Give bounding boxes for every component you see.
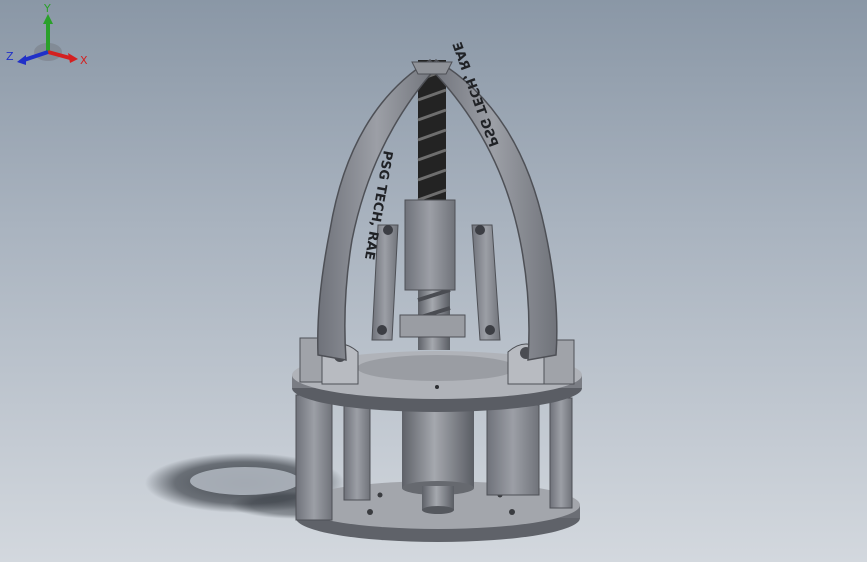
y-axis-label: Y (43, 2, 51, 15)
axis-triad: Y X Z (6, 2, 88, 67)
central-carriage (399, 199, 466, 338)
gripper-model[interactable]: PSG TECH, RAE PSG TECH, RAE (0, 0, 867, 562)
z-axis-label: Z (6, 50, 14, 63)
3d-viewport[interactable]: PSG TECH, RAE PSG TECH, RAE Y X Z (0, 0, 867, 562)
x-axis-label: X (80, 54, 88, 67)
